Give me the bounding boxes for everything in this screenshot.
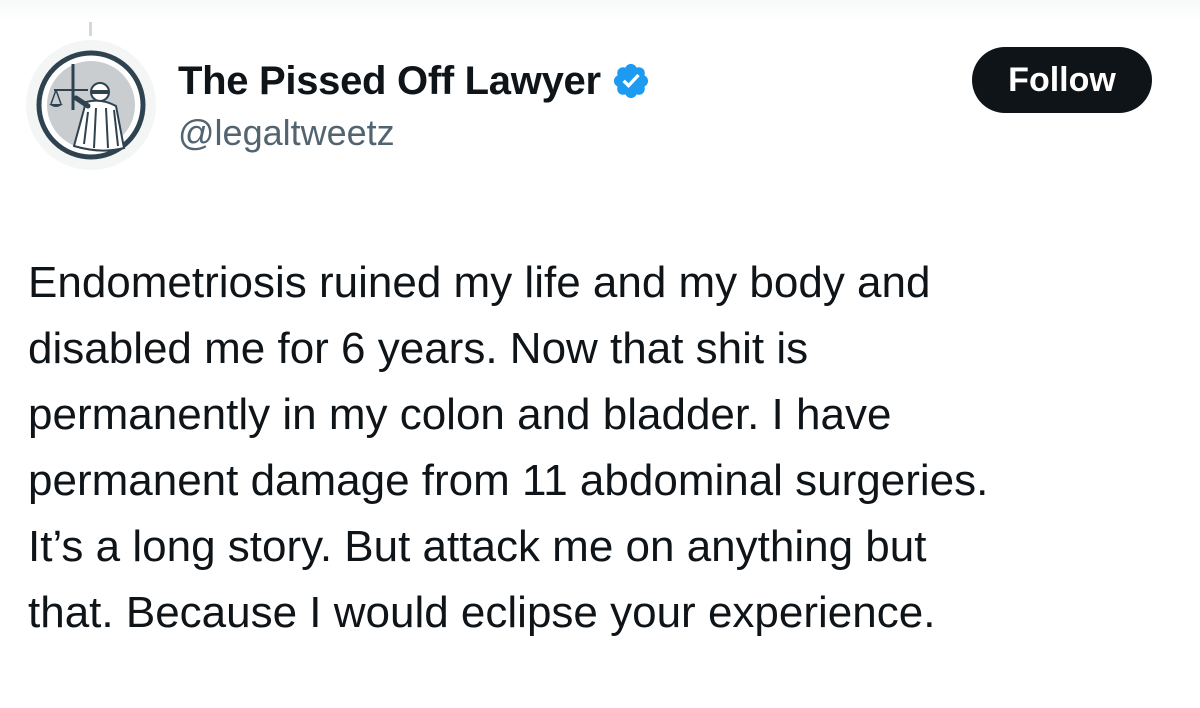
author-display-name[interactable]: The Pissed Off Lawyer <box>178 59 601 104</box>
follow-button[interactable]: Follow <box>972 47 1152 113</box>
author-handle[interactable]: @legaltweetz <box>178 112 651 154</box>
tweet-text-line: that. Because I would eclipse your exper… <box>28 588 936 637</box>
thread-connector-line <box>89 22 92 36</box>
tweet-text-line: disabled me for 6 years. Now that shit i… <box>28 324 809 373</box>
author-name-row: The Pissed Off Lawyer <box>178 58 651 104</box>
avatar[interactable] <box>26 40 156 170</box>
tweet-body: Endometriosis ruined my life and my body… <box>28 250 1178 646</box>
tweet-text-line: Endometriosis ruined my life and my body… <box>28 258 931 307</box>
tweet-text-line: permanent damage from 11 abdominal surge… <box>28 456 989 505</box>
tweet-text-line: It’s a long story. But attack me on anyt… <box>28 522 927 571</box>
top-divider-strip <box>0 0 1200 20</box>
tweet-header: The Pissed Off Lawyer @legaltweetz <box>178 58 651 154</box>
tweet-text-line: permanently in my colon and bladder. I h… <box>28 390 892 439</box>
lady-justice-icon <box>36 50 146 160</box>
verified-badge-icon[interactable] <box>611 61 651 101</box>
